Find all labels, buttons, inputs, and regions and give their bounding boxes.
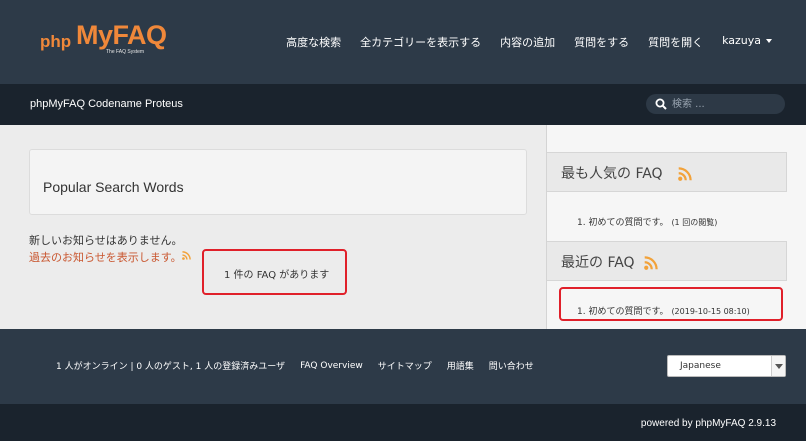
nav-show-all-categories[interactable]: 全カテゴリーを表示する xyxy=(360,34,481,50)
online-users-text: 1 人がオンライン | 0 人のゲスト, 1 人の登録済みユーザ xyxy=(56,362,286,372)
popular-search-words-card: Popular Search Words xyxy=(29,149,527,215)
language-selected-value: Japanese xyxy=(680,361,721,371)
chevron-down-icon[interactable] xyxy=(771,356,785,376)
user-name: kazuya xyxy=(722,34,761,47)
recent-faq-item[interactable]: 1. 初めての質問です。 (2019-10-15 08:10) xyxy=(577,304,750,317)
search-box[interactable] xyxy=(646,94,785,114)
nav-open-questions[interactable]: 質問を開く xyxy=(648,34,703,50)
rss-icon[interactable] xyxy=(644,256,658,270)
nav-user-menu[interactable]: kazuya xyxy=(722,34,772,50)
nav-add-content[interactable]: 内容の追加 xyxy=(500,34,555,50)
faq-count-text: 1 件の FAQ があります xyxy=(224,270,330,281)
rss-icon[interactable] xyxy=(182,251,191,260)
language-select[interactable]: Japanese xyxy=(667,355,786,377)
recent-faq-title: 最近の FAQ xyxy=(561,255,635,271)
site-name[interactable]: phpMyFAQ Codename Proteus xyxy=(30,98,183,110)
chevron-down-icon xyxy=(766,39,772,43)
nav-advanced-search[interactable]: 高度な検索 xyxy=(286,34,341,50)
faq-count-highlight: 1 件の FAQ があります xyxy=(202,249,347,295)
rss-icon[interactable] xyxy=(678,167,692,181)
main-nav: 高度な検索 全カテゴリーを表示する 内容の追加 質問をする 質問を開く kazu… xyxy=(267,34,772,50)
popular-faq-item[interactable]: 1. 初めての質問です。 (1 回の閲覧) xyxy=(577,215,717,228)
powered-by-text[interactable]: powered by phpMyFAQ 2.9.13 xyxy=(641,418,776,429)
recent-faq-link[interactable]: 1. 初めての質問です。 xyxy=(577,307,669,317)
recent-faq-date: (2019-10-15 08:10) xyxy=(671,307,750,316)
past-news-link[interactable]: 過去のお知らせを表示します。 xyxy=(29,249,182,265)
main-content: Popular Search Words 新しいお知らせはありません。 過去のお… xyxy=(0,125,546,329)
popular-faq-title: 最も人気の FAQ xyxy=(561,166,663,182)
card-title: Popular Search Words xyxy=(43,179,184,195)
footer-link-sitemap[interactable]: サイトマップ xyxy=(378,359,432,372)
footer-link-faq-overview[interactable]: FAQ Overview xyxy=(300,361,363,371)
footer-links: 1 人がオンライン | 0 人のゲスト, 1 人の登録済みユーザ FAQ Ove… xyxy=(56,359,549,373)
sidebar: 最も人気の FAQ 1. 初めての質問です。 (1 回の閲覧) 最近の FAQ … xyxy=(546,125,806,329)
footer-link-contact[interactable]: 問い合わせ xyxy=(489,359,534,372)
top-navbar: php MyFAQ The FAQ System 高度な検索 全カテゴリーを表示… xyxy=(0,0,806,84)
footer-link-glossary[interactable]: 用語集 xyxy=(447,359,474,372)
search-input[interactable] xyxy=(672,96,777,112)
bottom-bar: powered by phpMyFAQ 2.9.13 xyxy=(0,404,806,441)
nav-ask-question[interactable]: 質問をする xyxy=(574,34,629,50)
no-news-text: 新しいお知らせはありません。 xyxy=(29,234,183,247)
popular-faq-header: 最も人気の FAQ xyxy=(547,152,787,192)
popular-faq-link[interactable]: 1. 初めての質問です。 xyxy=(577,218,669,228)
footer: 1 人がオンライン | 0 人のゲスト, 1 人の登録済みユーザ FAQ Ove… xyxy=(0,329,806,404)
search-icon xyxy=(655,98,667,110)
logo-myfaq-text: MyFAQ xyxy=(76,20,167,50)
recent-faq-header: 最近の FAQ xyxy=(547,241,787,281)
logo-tagline: The FAQ System xyxy=(106,49,145,55)
popular-faq-views: (1 回の閲覧) xyxy=(671,218,718,227)
logo-php-text: php xyxy=(40,32,72,51)
